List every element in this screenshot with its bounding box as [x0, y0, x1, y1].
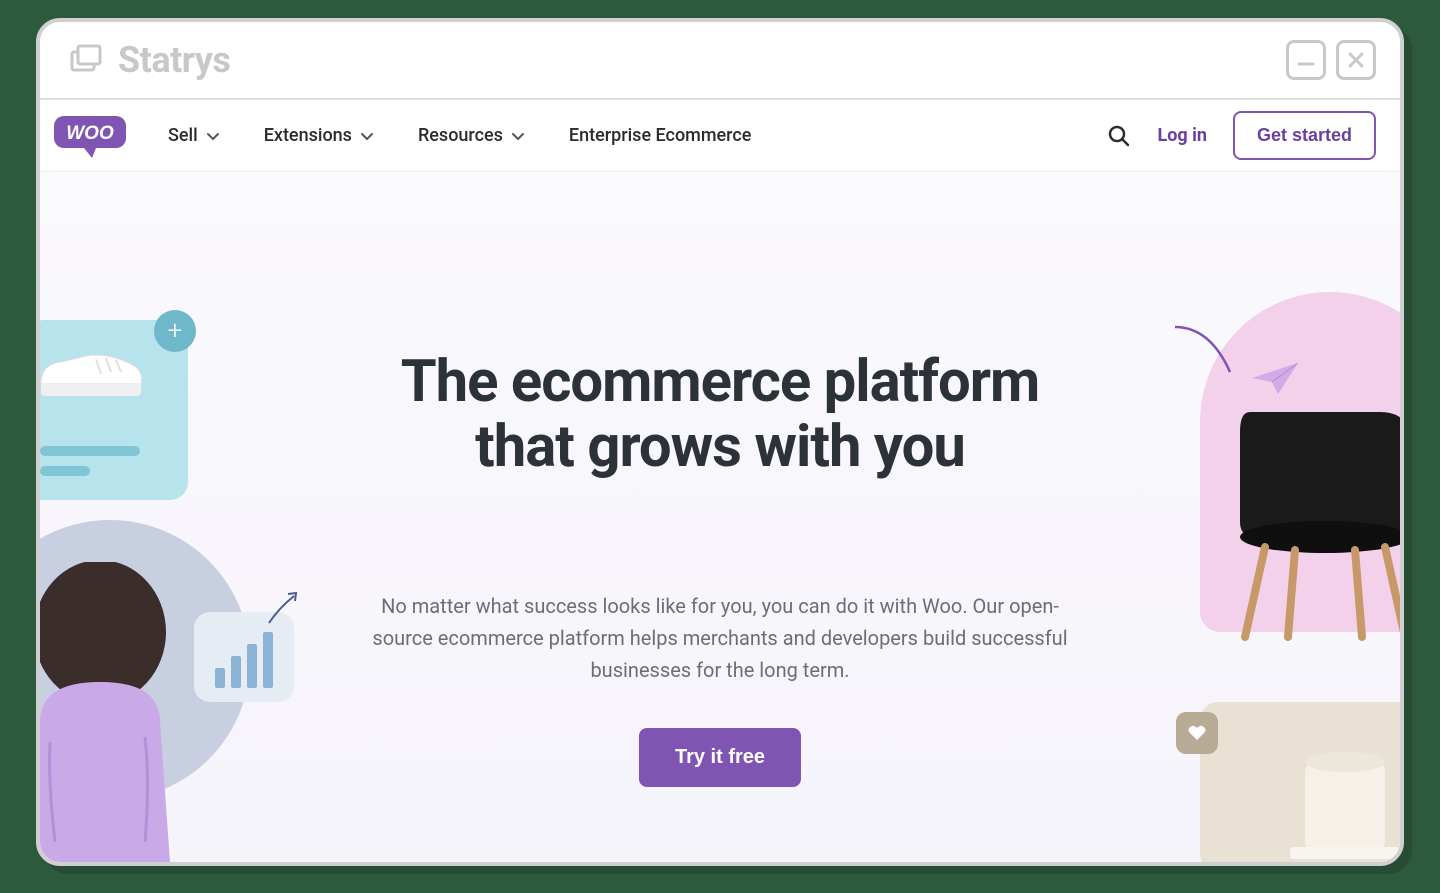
nav-enterprise[interactable]: Enterprise Ecommerce — [569, 125, 751, 146]
browser-brand: Statrys — [64, 38, 230, 82]
hero-section: + — [40, 172, 1400, 862]
viewport: WOO Sell Extensions Resources Enterprise — [40, 100, 1400, 862]
placeholder-line — [40, 466, 90, 476]
browser-chrome: Statrys — [40, 22, 1400, 100]
chevron-down-icon — [206, 129, 220, 143]
nav-label: Enterprise Ecommerce — [569, 125, 751, 146]
nav-items: Sell Extensions Resources Enterprise Eco… — [168, 125, 1107, 146]
browser-brand-text: Statrys — [118, 39, 230, 81]
nav-sell[interactable]: Sell — [168, 125, 220, 146]
nav-label: Resources — [418, 125, 503, 146]
chevron-down-icon — [511, 129, 525, 143]
chart-bar — [263, 632, 273, 688]
product-card-illustration: + — [40, 320, 188, 500]
paper-plane-icon — [1250, 358, 1300, 398]
chair-illustration — [1210, 402, 1400, 642]
nav-resources[interactable]: Resources — [418, 125, 525, 146]
product-card-illustration — [1200, 702, 1400, 862]
login-link[interactable]: Log in — [1157, 125, 1207, 146]
person-illustration — [40, 562, 200, 862]
hero-subtitle: No matter what success looks like for yo… — [370, 590, 1070, 686]
heart-icon — [1176, 712, 1218, 754]
woo-logo-icon: WOO — [52, 112, 128, 160]
woo-logo[interactable]: WOO — [52, 114, 128, 158]
statrys-logo-icon — [64, 38, 108, 82]
close-icon — [1347, 51, 1365, 69]
try-free-button[interactable]: Try it free — [639, 728, 801, 787]
sneaker-icon — [40, 344, 146, 400]
hero-title: The ecommerce platform that grows with y… — [360, 350, 1080, 480]
search-icon — [1107, 124, 1131, 148]
browser-window: Statrys WO — [36, 18, 1404, 866]
get-started-button[interactable]: Get started — [1233, 111, 1376, 160]
minimize-icon — [1297, 51, 1315, 69]
nav-right: Log in Get started — [1107, 111, 1376, 160]
nav-label: Extensions — [264, 125, 352, 146]
chart-bar — [247, 644, 257, 688]
swoosh-line-icon — [1170, 322, 1250, 382]
chevron-down-icon — [360, 129, 374, 143]
chart-card-illustration — [194, 612, 294, 702]
close-button[interactable] — [1336, 40, 1376, 80]
site-nav: WOO Sell Extensions Resources Enterprise — [40, 100, 1400, 172]
nav-extensions[interactable]: Extensions — [264, 125, 374, 146]
svg-text:WOO: WOO — [66, 123, 114, 144]
chart-bar — [231, 656, 241, 688]
candle-illustration — [1280, 732, 1400, 862]
minimize-button[interactable] — [1286, 40, 1326, 80]
placeholder-line — [40, 446, 140, 456]
search-button[interactable] — [1107, 124, 1131, 148]
plus-icon: + — [154, 310, 196, 352]
nav-label: Sell — [168, 125, 198, 146]
browser-controls — [1286, 40, 1376, 80]
trend-arrow-icon — [264, 588, 304, 628]
chart-bar — [215, 668, 225, 688]
